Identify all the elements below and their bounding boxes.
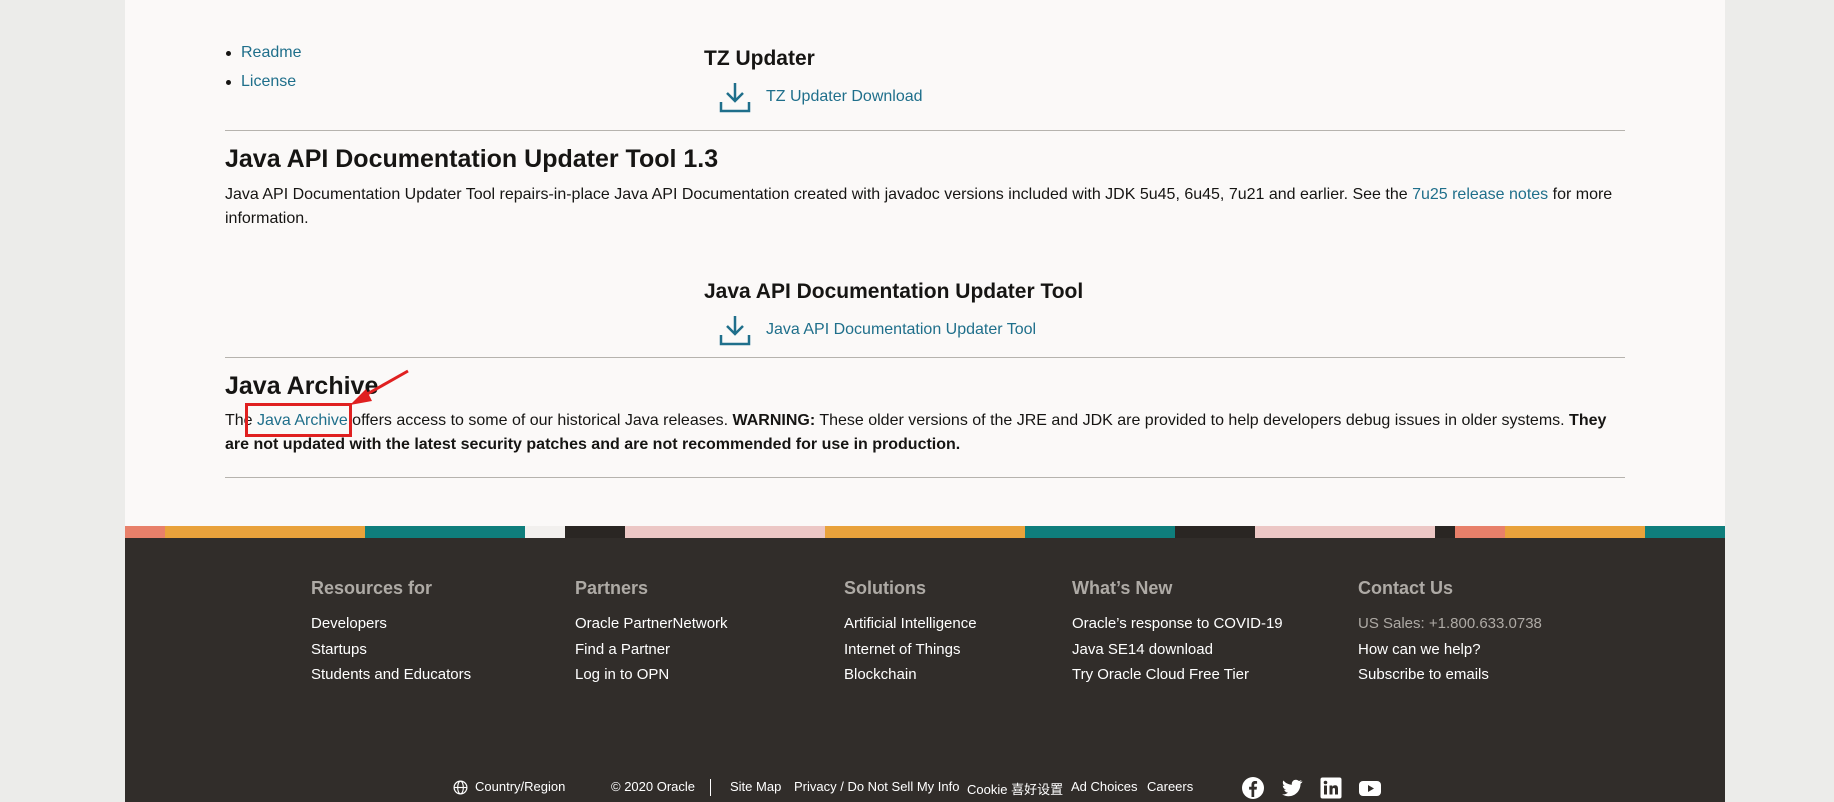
apidoc-download-row: Java API Documentation Updater Tool [718,313,1036,347]
footer-link[interactable]: Try Oracle Cloud Free Tier [1072,662,1283,688]
footer-col-contact: Contact Us US Sales: +1.800.633.0738 How… [1358,578,1542,688]
footer-link[interactable]: Artificial Intelligence [844,611,977,637]
country-region-link[interactable]: Country/Region [475,779,565,794]
us-sales-phone: US Sales: +1.800.633.0738 [1358,615,1542,632]
java-archive-description: The Java Archive offers access to some o… [225,409,1625,457]
footer: Resources for Developers Startups Studen… [125,538,1725,802]
footer-link[interactable]: Internet of Things [844,637,977,663]
download-icon [719,316,751,346]
footer-col-resources: Resources for Developers Startups Studen… [311,578,471,688]
tz-updater-title: TZ Updater [704,47,815,70]
privacy-link[interactable]: Privacy / Do Not Sell My Info [794,779,959,794]
arrow-icon [350,369,409,405]
ad-choices-link[interactable]: Ad Choices [1071,779,1137,794]
doc-links: Readme License [225,44,301,102]
warning-label: WARNING: [732,412,816,429]
archive-text: offers access to some of our historical … [347,412,733,429]
footer-heading: What’s New [1072,578,1173,598]
archive-text: These older versions of the JRE and JDK … [815,412,1570,429]
footer-link[interactable]: How can we help? [1358,637,1542,663]
footer-heading: Solutions [844,578,926,598]
careers-link[interactable]: Careers [1147,779,1193,794]
footer-heading: Contact Us [1358,578,1454,598]
apidoc-desc-text: Java API Documentation Updater Tool repa… [225,186,1413,203]
list-item: Readme [225,44,301,73]
footer-link[interactable]: Oracle’s response to COVID-19 [1072,611,1283,637]
footer-link[interactable]: Find a Partner [575,637,728,663]
list-item: License [225,73,301,102]
footer-bottom-bar: Country/Region © 2020 Oracle Site Map Pr… [125,776,1725,800]
footer-link[interactable]: Students and Educators [311,662,471,688]
footer-col-whatsnew: What’s New Oracle’s response to COVID-19… [1072,578,1283,688]
divider [710,779,711,796]
youtube-icon[interactable] [1358,776,1382,800]
facebook-icon[interactable] [1241,776,1265,800]
footer-heading: Resources for [311,578,433,598]
license-link[interactable]: License [241,73,296,90]
footer-link[interactable]: Startups [311,637,471,663]
footer-col-solutions: Solutions Artificial Intelligence Intern… [844,578,977,688]
page: Readme License TZ Updater TZ Updater Dow… [125,0,1725,802]
tz-updater-download-link[interactable]: TZ Updater Download [766,88,923,106]
apidoc-tool-title: Java API Documentation Updater Tool [704,280,1084,303]
tz-download-row: TZ Updater Download [718,80,923,114]
footer-link[interactable]: Subscribe to emails [1358,662,1542,688]
footer-link[interactable]: Log in to OPN [575,662,728,688]
divider [225,477,1625,478]
decorative-banner [125,526,1725,538]
footer-link[interactable]: Developers [311,611,471,637]
divider [225,130,1625,131]
divider [225,357,1625,358]
apidoc-description: Java API Documentation Updater Tool repa… [225,183,1625,231]
apidoc-tool-download-link[interactable]: Java API Documentation Updater Tool [766,321,1036,339]
twitter-icon[interactable] [1280,776,1304,800]
footer-heading: Partners [575,578,649,598]
globe-icon [453,780,468,795]
readme-link[interactable]: Readme [241,44,301,61]
footer-col-partners: Partners Oracle PartnerNetwork Find a Pa… [575,578,728,688]
cookie-preferences-link[interactable]: Cookie 喜好设置 [967,779,1063,798]
apidoc-heading: Java API Documentation Updater Tool 1.3 [225,145,719,173]
highlight-box [245,403,352,437]
footer-link[interactable]: Oracle PartnerNetwork [575,611,728,637]
site-map-link[interactable]: Site Map [730,779,781,794]
download-icon [719,83,751,113]
footer-link[interactable]: Blockchain [844,662,977,688]
linkedin-icon[interactable] [1319,776,1343,800]
copyright-text: © 2020 Oracle [611,779,696,794]
release-notes-link[interactable]: 7u25 release notes [1412,186,1548,203]
footer-link[interactable]: Java SE14 download [1072,637,1283,663]
